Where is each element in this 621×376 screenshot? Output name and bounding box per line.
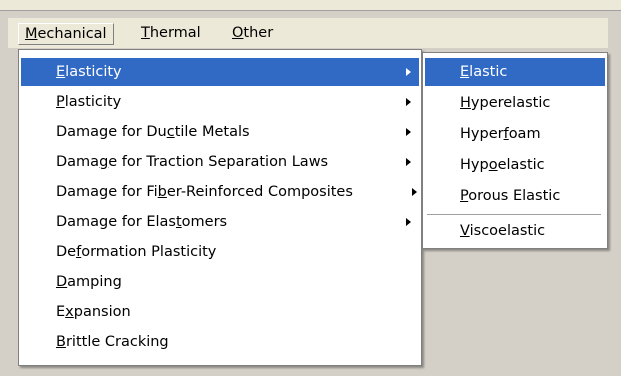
submenu-arrow-icon	[406, 68, 411, 76]
submenu-arrow-icon	[412, 188, 417, 196]
mechanical-dropdown: Elasticity Plasticity Damage for Ductile…	[18, 49, 422, 366]
menu-item-expansion[interactable]: Expansion	[21, 298, 419, 326]
elasticity-submenu: Elastic Hyperelastic Hyperfoam Hypoelast…	[422, 52, 608, 249]
menu-mnemonic: O	[232, 25, 244, 41]
item-label-part: amping	[67, 274, 122, 290]
item-label-part: Dama	[56, 154, 100, 170]
menu-other[interactable]: Other	[226, 23, 279, 45]
item-mnemonic: E	[460, 64, 470, 80]
item-label-part: Hyper	[460, 126, 504, 142]
submenu-item-viscoelastic[interactable]: Viscoelastic	[425, 217, 605, 245]
item-label-part: pansion	[73, 304, 131, 320]
menu-item-plasticity[interactable]: Plasticity	[21, 88, 419, 116]
item-label-part: lasticity	[64, 94, 122, 110]
submenu-item-elastic[interactable]: Elastic	[425, 58, 605, 86]
item-mnemonic: c	[166, 124, 175, 140]
item-label-part: lastic	[469, 64, 508, 80]
item-mnemonic: H	[460, 95, 471, 111]
item-mnemonic: P	[460, 188, 469, 204]
menu-label-part: echanical	[37, 26, 107, 42]
menu-item-damping[interactable]: Damping	[21, 268, 419, 296]
item-mnemonic: P	[56, 94, 65, 110]
item-label-part: ormation Plasticity	[81, 244, 217, 260]
item-mnemonic: V	[460, 223, 470, 239]
submenu-arrow-icon	[406, 218, 411, 226]
submenu-arrow-icon	[406, 128, 411, 136]
item-mnemonic: E	[56, 64, 66, 80]
item-label-part: iscoelastic	[469, 223, 546, 239]
item-mnemonic: B	[56, 334, 66, 350]
item-label-part: er-Reinforced Composites	[166, 184, 353, 200]
item-label-part: elastic	[497, 157, 545, 173]
submenu-arrow-icon	[406, 158, 411, 166]
item-label-part: E	[56, 304, 66, 320]
item-label-part: orous Elastic	[468, 188, 561, 204]
menu-item-brittle-cracking[interactable]: Brittle Cracking	[21, 328, 419, 356]
submenu-item-hypoelastic[interactable]: Hypoelastic	[425, 151, 605, 179]
menu-item-damage-fiber-reinforced[interactable]: Damage for Fiber-Reinforced Composites	[21, 178, 419, 206]
submenu-item-hyperfoam[interactable]: Hyperfoam	[425, 120, 605, 148]
item-label-part: Damage for Elas	[56, 214, 176, 230]
item-label-part: lasticity	[65, 64, 122, 80]
submenu-separator	[427, 214, 601, 216]
menu-item-damage-ductile-metals[interactable]: Damage for Ductile Metals	[21, 118, 419, 146]
item-label-part: tile Metals	[174, 124, 250, 140]
menu-label-part: ther	[243, 25, 274, 41]
submenu-item-hyperelastic[interactable]: Hyperelastic	[425, 89, 605, 117]
item-label-part: Hyp	[460, 157, 489, 173]
menu-item-elasticity[interactable]: Elasticity	[21, 58, 419, 86]
menu-mnemonic: T	[141, 25, 150, 41]
item-label-part: rittle Cracking	[65, 334, 169, 350]
window-top-edge	[0, 0, 621, 11]
item-label-part: omers	[181, 214, 228, 230]
menu-item-damage-elastomers[interactable]: Damage for Elastomers	[21, 208, 419, 236]
menu-mechanical[interactable]: Mechanical	[18, 23, 114, 45]
menu-mnemonic: M	[25, 26, 38, 42]
menu-label-part: hermal	[149, 25, 201, 41]
submenu-arrow-icon	[406, 98, 411, 106]
menu-item-deformation-plasticity[interactable]: Deformation Plasticity	[21, 238, 419, 266]
item-label-part: Damage for Du	[56, 124, 167, 140]
item-label-part: De	[56, 244, 77, 260]
item-mnemonic: g	[99, 154, 109, 170]
item-mnemonic: D	[56, 274, 68, 290]
item-mnemonic: b	[157, 184, 167, 200]
item-mnemonic: o	[488, 157, 498, 173]
item-label-part: yperelastic	[470, 95, 551, 111]
menubar: Mechanical Thermal Other	[8, 18, 608, 48]
item-label-part: e for Traction Separation Laws	[108, 154, 329, 170]
item-label-part: oam	[508, 126, 541, 142]
item-label-part: Damage for Fi	[56, 184, 158, 200]
item-mnemonic: x	[65, 304, 74, 320]
menu-item-damage-traction-separation[interactable]: Damage for Traction Separation Laws	[21, 148, 419, 176]
submenu-item-porous-elastic[interactable]: Porous Elastic	[425, 182, 605, 210]
menu-thermal[interactable]: Thermal	[135, 23, 207, 45]
